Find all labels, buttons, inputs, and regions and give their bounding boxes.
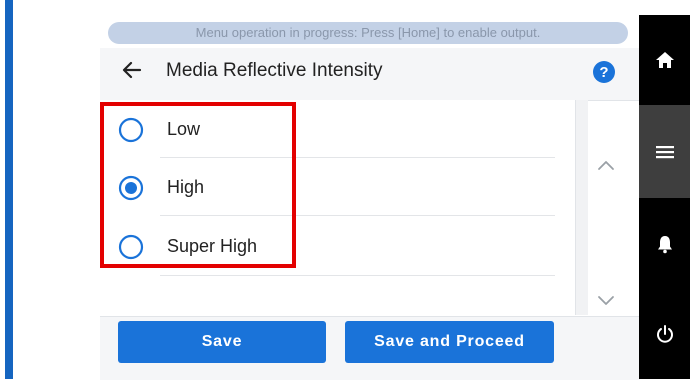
save-button[interactable]: Save bbox=[118, 321, 326, 363]
power-icon bbox=[656, 325, 673, 343]
bell-icon bbox=[657, 235, 672, 253]
chevron-down-icon[interactable] bbox=[597, 294, 615, 308]
divider bbox=[160, 275, 555, 276]
chevron-up-icon[interactable] bbox=[597, 158, 615, 172]
notifications-button[interactable] bbox=[639, 198, 690, 289]
help-icon[interactable]: ? bbox=[593, 61, 615, 83]
status-banner: Menu operation in progress: Press [Home]… bbox=[108, 22, 628, 44]
left-accent-bar bbox=[5, 0, 13, 379]
save-and-proceed-button[interactable]: Save and Proceed bbox=[345, 321, 554, 363]
home-button[interactable] bbox=[639, 15, 690, 105]
back-arrow-icon[interactable] bbox=[120, 58, 144, 82]
power-button[interactable] bbox=[639, 289, 690, 379]
page-title: Media Reflective Intensity bbox=[166, 60, 383, 81]
svg-text:?: ? bbox=[599, 64, 608, 81]
home-icon bbox=[655, 52, 674, 68]
menu-button[interactable] bbox=[639, 105, 690, 198]
menu-icon bbox=[655, 145, 674, 158]
right-sidebar bbox=[639, 15, 690, 379]
highlight-box bbox=[100, 102, 296, 268]
scrollbar[interactable] bbox=[575, 100, 588, 315]
